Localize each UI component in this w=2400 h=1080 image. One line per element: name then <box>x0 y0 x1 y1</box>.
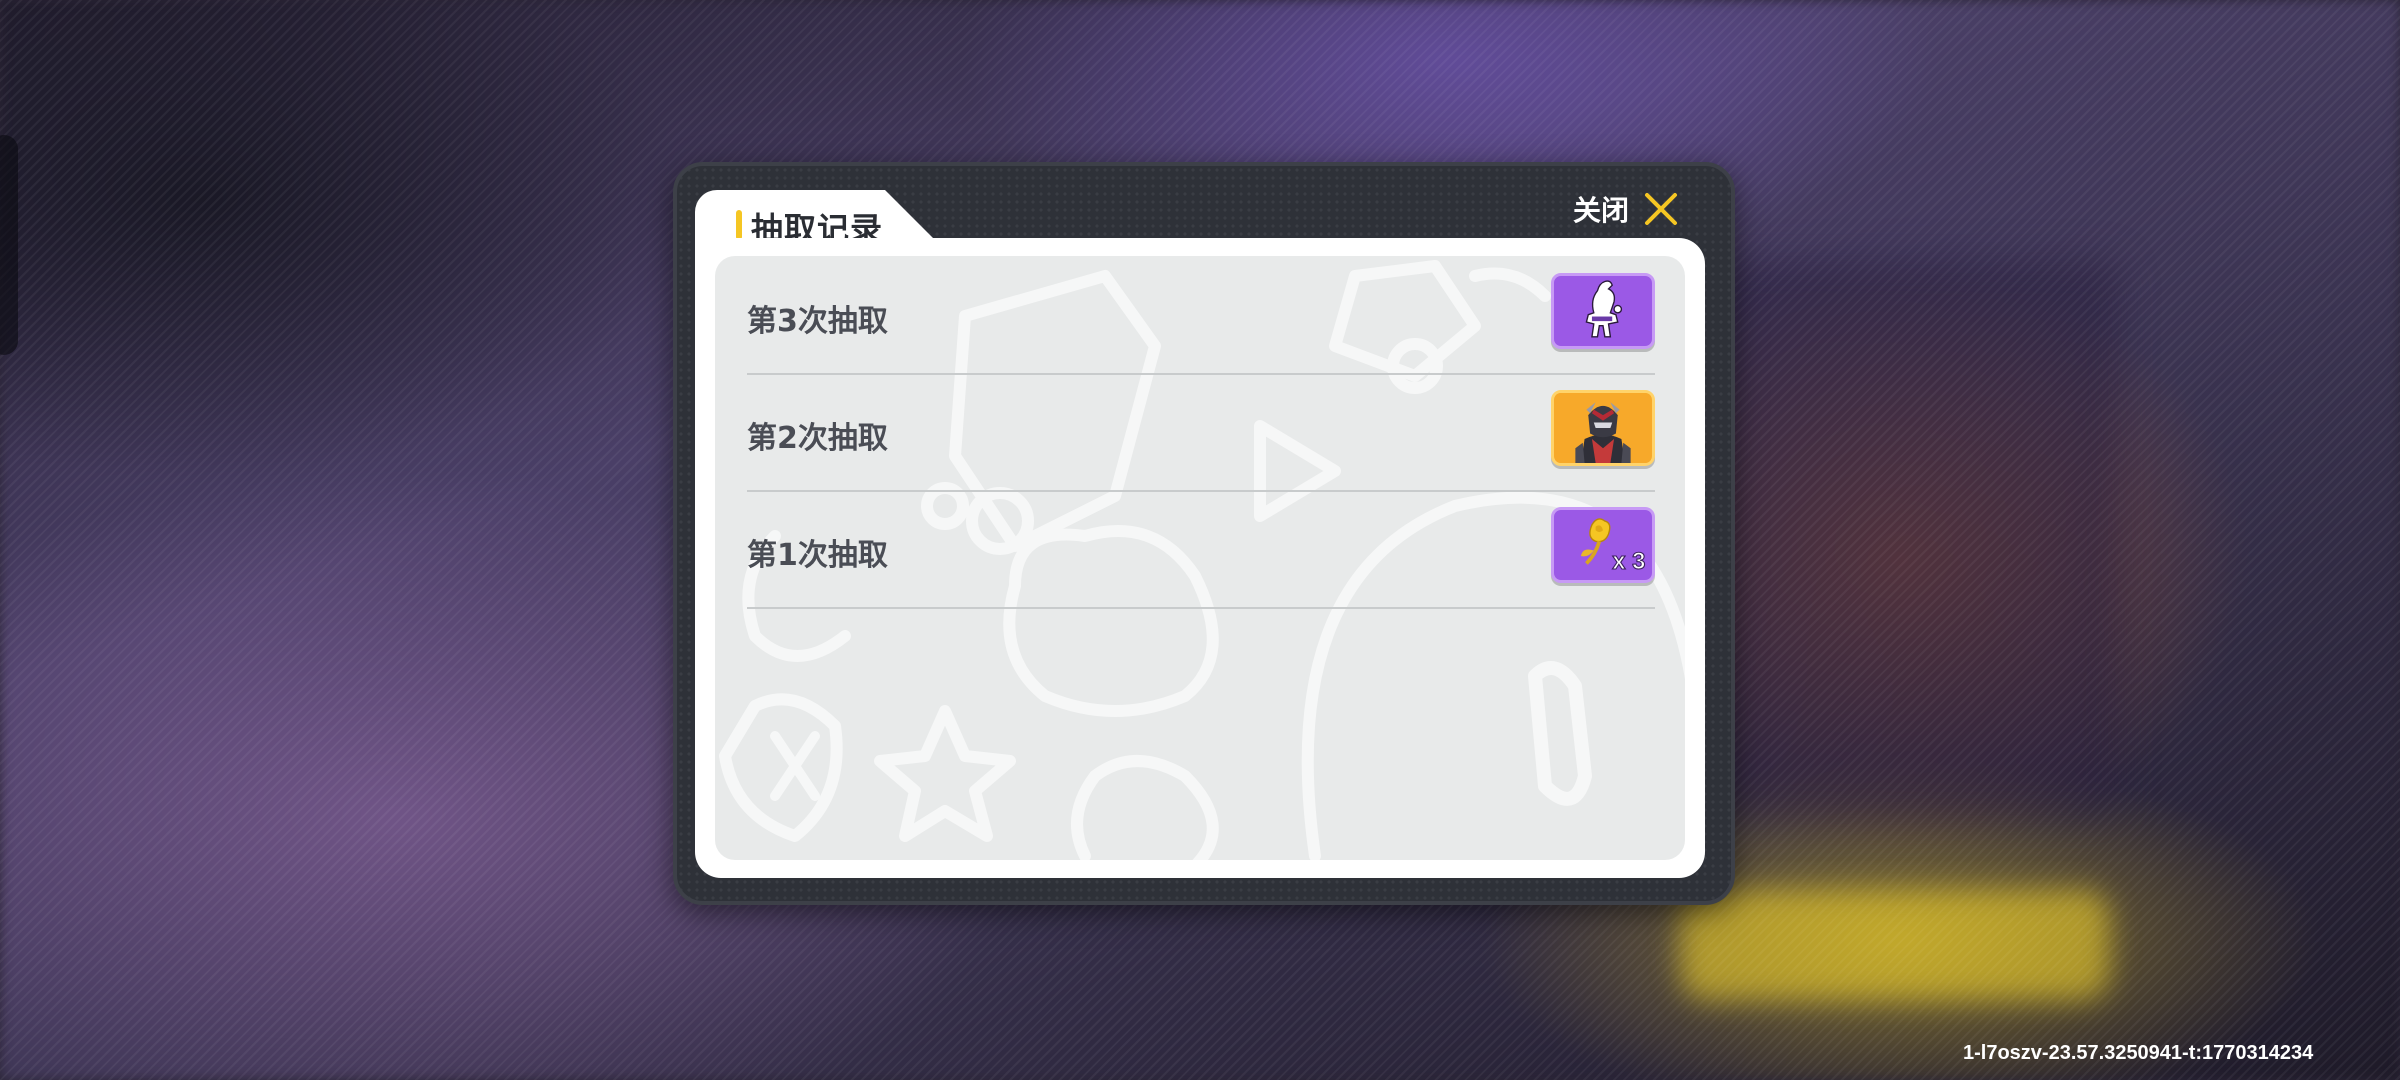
close-icon <box>1645 193 1677 225</box>
gold-rose-icon: x 3 <box>1580 518 1646 576</box>
draw-record-dialog: 抽取记录 关闭 第3次抽取 第2次抽取 第1次抽取 x 3 <box>673 162 1735 905</box>
close-button[interactable]: 关闭 <box>1573 184 1681 234</box>
reward-item[interactable]: x 3 <box>1551 507 1655 583</box>
armored-hero-portrait <box>1555 393 1651 463</box>
reward-quantity: x 3 <box>1612 548 1645 575</box>
record-label: 第2次抽取 <box>747 421 888 456</box>
reward-item[interactable] <box>1551 273 1655 349</box>
side-tab-handle <box>0 135 18 355</box>
close-label: 关闭 <box>1572 194 1629 227</box>
record-label: 第3次抽取 <box>747 304 888 339</box>
record-row: 第3次抽取 <box>747 256 1655 375</box>
character-silhouette-icon <box>1585 280 1623 338</box>
reward-item[interactable] <box>1551 390 1655 466</box>
title-accent-bar <box>736 210 742 240</box>
record-list[interactable]: 第3次抽取 第2次抽取 第1次抽取 x 3 <box>715 256 1685 860</box>
version-string: 1-l7oszv-23.57.3250941-t:1770314234 <box>1963 1042 2314 1064</box>
record-row: 第2次抽取 <box>747 373 1655 492</box>
record-row: 第1次抽取 x 3 <box>747 490 1655 609</box>
dialog-content-panel: 第3次抽取 第2次抽取 第1次抽取 x 3 <box>695 238 1705 878</box>
record-label: 第1次抽取 <box>747 538 888 573</box>
game-screen: 抽取记录 关闭 第3次抽取 第2次抽取 第1次抽取 x 3 1-l7oszv-2… <box>0 0 2400 1080</box>
